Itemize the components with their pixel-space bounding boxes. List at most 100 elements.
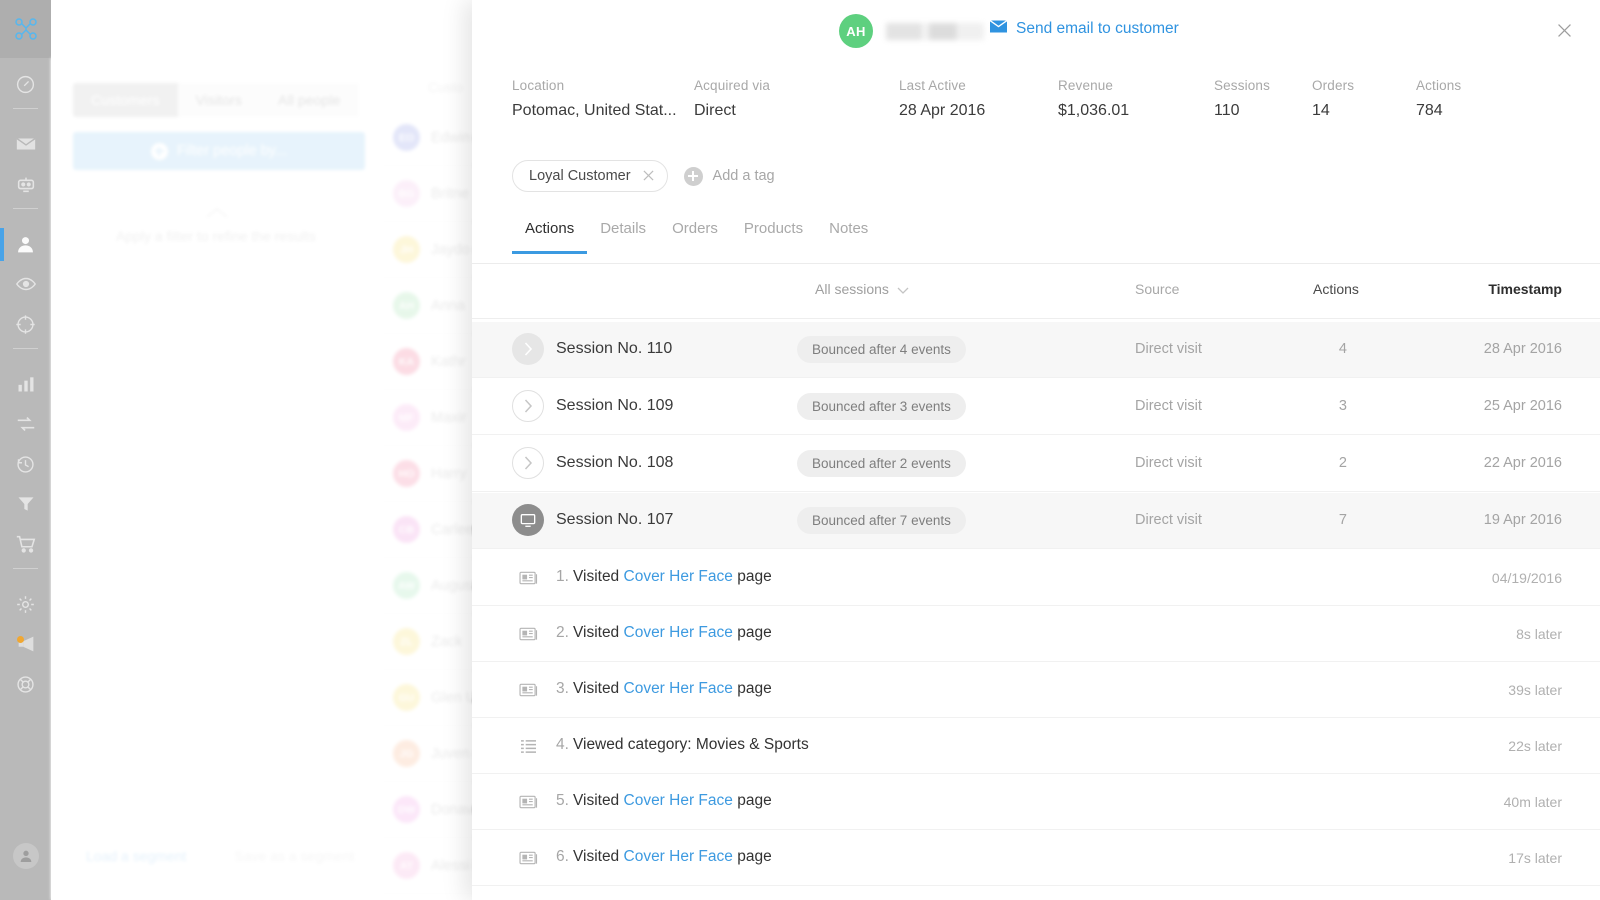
session-row[interactable]: Session No. 110 Bounced after 4 events D… — [472, 322, 1600, 378]
session-row-expanded[interactable]: Session No. 107 Bounced after 7 events D… — [472, 493, 1600, 549]
event-number: 4. — [556, 736, 569, 753]
event-row[interactable]: 4.Viewed category: Movies & Sports 22s l… — [472, 718, 1600, 774]
avatar: CB — [393, 516, 420, 543]
event-row[interactable]: 3.Visited Cover Her Face page 39s later — [472, 662, 1600, 718]
send-email-to-customer-link[interactable]: Send email to customer — [990, 20, 1179, 38]
list-item[interactable]: HOHarry — [381, 446, 476, 502]
list-item[interactable]: BGBritne — [381, 166, 476, 222]
event-description: 2.Visited Cover Her Face page — [556, 624, 772, 642]
chevron-right-icon[interactable] — [512, 333, 544, 365]
list-item[interactable]: CB Carlee — [381, 502, 476, 558]
session-source: Direct visit — [1135, 512, 1202, 528]
avatar: AT — [393, 852, 420, 879]
funnel-icon[interactable] — [0, 484, 51, 524]
settings-gear-icon[interactable] — [0, 584, 51, 624]
tag-label: Loyal Customer — [529, 168, 631, 184]
tab-actions[interactable]: Actions — [512, 206, 587, 254]
chevron-right-icon[interactable] — [512, 447, 544, 479]
list-item[interactable]: AT Alessi — [381, 838, 476, 894]
event-row[interactable]: 2.Visited Cover Her Face page 8s later — [472, 606, 1600, 662]
panel-tab-bar: Actions Details Orders Products Notes — [472, 206, 1600, 264]
targeting-crosshair-icon[interactable] — [0, 304, 51, 344]
tab-products[interactable]: Products — [731, 206, 816, 254]
dashboard-speedometer-icon[interactable] — [0, 64, 51, 104]
segment-tab-customers[interactable]: Customers — [73, 83, 178, 117]
event-page-link[interactable]: Cover Her Face — [624, 848, 733, 865]
person-name: Carlee — [431, 522, 474, 538]
list-item[interactable]: ZLZack — [381, 614, 476, 670]
chevron-down-icon — [897, 281, 909, 297]
session-actions-count: 7 — [1313, 512, 1347, 528]
list-item[interactable]: KAKathr — [381, 334, 476, 390]
announcements-megaphone-icon[interactable] — [0, 624, 51, 664]
visitors-eye-icon[interactable] — [0, 264, 51, 304]
event-page-link[interactable]: Cover Her Face — [624, 568, 733, 585]
automation-robot-icon[interactable] — [0, 164, 51, 204]
tab-notes[interactable]: Notes — [816, 206, 881, 254]
list-item[interactable]: GUGlen U — [381, 670, 476, 726]
segment-tab-visitors[interactable]: Visitors — [178, 83, 260, 117]
people-type-toggle[interactable]: Customers Visitors All people — [73, 83, 359, 117]
list-item[interactable]: EOEdwin — [381, 110, 476, 166]
load-segment-link[interactable]: Load a segment — [86, 848, 186, 864]
tab-details[interactable]: Details — [587, 206, 659, 254]
add-tag-button[interactable]: Add a tag — [684, 167, 775, 186]
shopping-cart-icon[interactable] — [0, 524, 51, 564]
help-lifebuoy-icon[interactable] — [0, 664, 51, 704]
person-name: Juven — [431, 746, 470, 762]
event-number: 5. — [556, 792, 569, 809]
avatar: GU — [393, 684, 420, 711]
list-item[interactable]: DWDonav — [381, 782, 476, 838]
session-timestamp: 25 Apr 2016 — [1484, 398, 1562, 414]
session-row[interactable]: Session No. 109 Bounced after 3 events D… — [472, 379, 1600, 435]
event-page-link[interactable]: Cover Her Face — [624, 624, 733, 641]
event-description: 3.Visited Cover Her Face page — [556, 680, 772, 698]
event-page-link[interactable]: Cover Her Face — [624, 680, 733, 697]
close-icon[interactable] — [1550, 16, 1578, 44]
flows-arrows-icon[interactable] — [0, 404, 51, 444]
list-item[interactable]: AWAugus — [381, 558, 476, 614]
email-envelope-icon[interactable] — [0, 124, 51, 164]
avatar: MF — [393, 404, 420, 431]
close-icon[interactable] — [643, 169, 654, 184]
segment-tab-all-people[interactable]: All people — [260, 83, 359, 117]
event-row[interactable]: 5.Visited Cover Her Face page 40m later — [472, 774, 1600, 830]
person-name: Augus — [431, 578, 472, 594]
person-name: Zack — [431, 634, 462, 650]
list-item[interactable]: JHJaydo — [381, 222, 476, 278]
event-prefix: Visited — [573, 568, 624, 585]
sessions-filter-dropdown[interactable]: All sessions — [815, 281, 909, 297]
event-row[interactable]: 1.Visited Cover Her Face page 04/19/2016 — [472, 550, 1600, 606]
session-row[interactable]: Session No. 108 Bounced after 2 events D… — [472, 436, 1600, 492]
session-timestamp: 22 Apr 2016 — [1484, 455, 1562, 471]
session-actions-count: 3 — [1313, 398, 1347, 414]
event-timestamp: 39s later — [1508, 682, 1562, 698]
event-description: 6.Visited Cover Her Face page — [556, 848, 772, 866]
filter-people-label: Filter people by... — [177, 143, 287, 159]
customer-summary-stats: Location Potomac, United Stat... Acquire… — [472, 78, 1600, 136]
event-suffix: page — [733, 568, 772, 585]
save-segment-link[interactable]: Save as a segment — [234, 848, 354, 864]
tag-chip[interactable]: Loyal Customer — [512, 160, 668, 192]
people-person-icon[interactable] — [0, 224, 51, 264]
event-page-link[interactable]: Cover Her Face — [624, 792, 733, 809]
event-suffix: page — [733, 680, 772, 697]
primary-icon-rail — [0, 0, 51, 900]
list-item[interactable]: JGJuven — [381, 726, 476, 782]
list-item[interactable]: MFMaxir — [381, 390, 476, 446]
chevron-right-icon[interactable] — [512, 390, 544, 422]
history-clock-icon[interactable] — [0, 444, 51, 484]
desktop-monitor-icon[interactable] — [512, 504, 544, 536]
person-name: Alessi — [431, 858, 470, 874]
filter-people-button[interactable]: Filter people by... — [73, 132, 365, 170]
plus-icon — [151, 143, 168, 160]
column-header-timestamp: Timestamp — [1488, 281, 1562, 297]
analytics-bar-chart-icon[interactable] — [0, 364, 51, 404]
session-title: Session No. 108 — [556, 454, 673, 472]
user-avatar-icon[interactable] — [13, 843, 39, 869]
list-item[interactable]: AHAnna — [381, 278, 476, 334]
app-logo[interactable] — [0, 0, 51, 58]
tab-orders[interactable]: Orders — [659, 206, 731, 254]
filter-hint-text: Apply a filter to refine the results — [51, 228, 381, 244]
event-row[interactable]: 6.Visited Cover Her Face page 17s later — [472, 830, 1600, 886]
